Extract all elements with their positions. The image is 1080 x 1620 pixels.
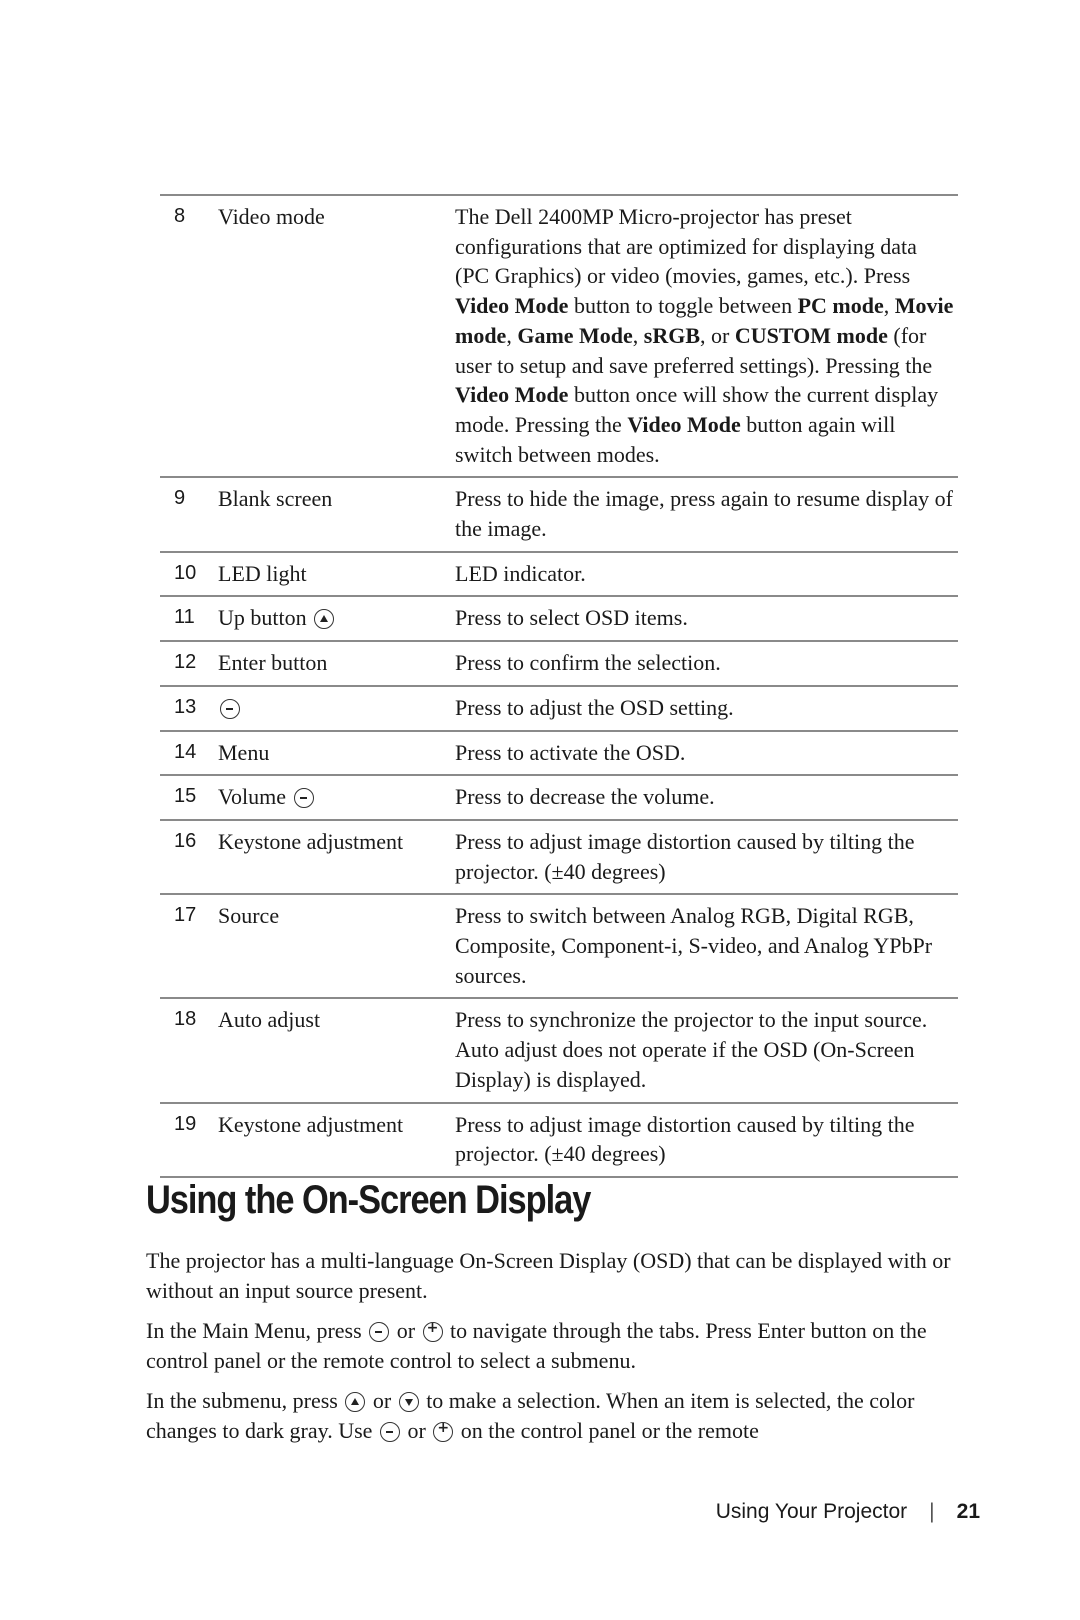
- item-description: Press to decrease the volume.: [455, 784, 715, 810]
- item-name-text: LED light: [218, 560, 307, 586]
- item-description: The Dell 2400MP Micro-projector has pres…: [455, 204, 954, 467]
- minus-button-icon: [220, 698, 240, 719]
- item-number: 13: [174, 695, 197, 718]
- table-row: 11 Up button Press to select OSD items.: [160, 595, 958, 640]
- item-description: Press to hide the image, press again to …: [455, 486, 953, 542]
- item-name: Source: [218, 901, 455, 990]
- item-name: LED light: [218, 559, 455, 589]
- item-name: Auto adjust: [218, 1005, 455, 1094]
- table-row: 17 Source Press to switch between Analog R…: [160, 893, 958, 997]
- table-row: 16 Keystone adjustment Press to adjust ima…: [160, 818, 958, 893]
- item-name-text: Auto adjust: [218, 1007, 321, 1033]
- table-row: 8 Video mode The Dell 2400MP Micro-project…: [160, 194, 958, 476]
- item-name: Blank screen: [218, 484, 455, 543]
- minus-button-icon: [379, 1421, 400, 1442]
- item-number: 8: [174, 205, 186, 227]
- minus-button-icon: [369, 1322, 390, 1342]
- item-description: Press to confirm the selection.: [455, 650, 721, 676]
- plus-button-icon: [422, 1320, 443, 1342]
- page-footer: Using Your Projector | 21: [716, 1500, 980, 1524]
- item-name-text: Keystone adjustment: [218, 828, 404, 854]
- item-number: 14: [174, 740, 197, 763]
- table-row: 10 LED light LED indicator.: [160, 550, 958, 596]
- item-description: Press to adjust the OSD setting.: [455, 694, 734, 720]
- item-description: Press to select OSD items.: [455, 605, 688, 631]
- item-description: Press to adjust image distortion caused …: [455, 1111, 915, 1167]
- table-row: 12 Enter button Press to confirm the selec…: [160, 640, 958, 685]
- item-number: 11: [174, 606, 195, 629]
- item-name-text: Video mode: [218, 204, 325, 229]
- paragraph-osd-intro: The projector has a multi-language On-Sc…: [146, 1248, 951, 1303]
- item-number: 12: [174, 651, 197, 674]
- paragraph-main-menu: In the Main Menu, press or to navigate t…: [146, 1316, 976, 1375]
- table-row: 14 Menu Press to activate the OSD.: [160, 729, 958, 775]
- item-number: 18: [174, 1008, 197, 1031]
- item-name: Video mode: [218, 202, 455, 469]
- button-function-table: 8 Video mode The Dell 2400MP Micro-project…: [160, 194, 958, 1178]
- item-name: Enter button: [218, 648, 455, 678]
- item-number: 10: [174, 561, 197, 584]
- item-name-text: Enter button: [218, 650, 328, 676]
- down-arrow-button-icon: [398, 1392, 419, 1412]
- item-name: [218, 693, 455, 723]
- item-description: Press to switch between Analog RGB, Digi…: [455, 903, 933, 988]
- paragraph-submenu: In the submenu, press or to make a selec…: [146, 1386, 976, 1445]
- plus-button-icon: [433, 1420, 454, 1442]
- minus-button-icon: [293, 788, 314, 809]
- table-row: 13 Press to adjust the OSD setting.: [160, 684, 958, 730]
- item-name: Keystone adjustment: [218, 1110, 455, 1169]
- item-name-text: Up button: [218, 605, 307, 631]
- item-description: Press to synchronize the projector to th…: [455, 1007, 928, 1092]
- up-arrow-button-icon: [314, 609, 335, 630]
- item-number: 9: [174, 487, 186, 510]
- table-row: 15 Volume Press to decrease the volume.: [160, 774, 958, 819]
- section-heading: Using the On-Screen Display: [146, 1178, 591, 1222]
- item-number: 19: [174, 1112, 197, 1135]
- item-name-text: Keystone adjustment: [218, 1111, 404, 1137]
- item-name-text: Blank screen: [218, 486, 333, 512]
- footer-separator: |: [929, 1500, 935, 1523]
- item-name: Keystone adjustment: [218, 827, 455, 886]
- item-name: Up button: [218, 603, 455, 633]
- item-name: Volume: [218, 782, 455, 812]
- item-name: Menu: [218, 738, 455, 768]
- item-name-text: Menu: [218, 739, 270, 765]
- item-name-text: Source: [218, 903, 280, 929]
- item-description: LED indicator.: [455, 560, 586, 586]
- table-row: 18 Auto adjust Press to synchronize the pr…: [160, 997, 958, 1101]
- item-number: 16: [174, 829, 197, 852]
- item-name-text: Volume: [218, 784, 287, 810]
- footer-section-title: Using Your Projector: [715, 1500, 908, 1523]
- page-number: 21: [956, 1500, 980, 1523]
- table-row: 19 Keystone adjustment Press to adjust ima…: [160, 1101, 958, 1178]
- up-arrow-button-icon: [345, 1392, 366, 1412]
- item-number: 17: [174, 904, 197, 927]
- item-number: 15: [174, 785, 197, 808]
- item-description: Press to adjust image distortion caused …: [455, 828, 915, 884]
- table-row: 9 Blank screen Press to hide the image, pr…: [160, 476, 958, 550]
- item-description: Press to activate the OSD.: [455, 739, 686, 765]
